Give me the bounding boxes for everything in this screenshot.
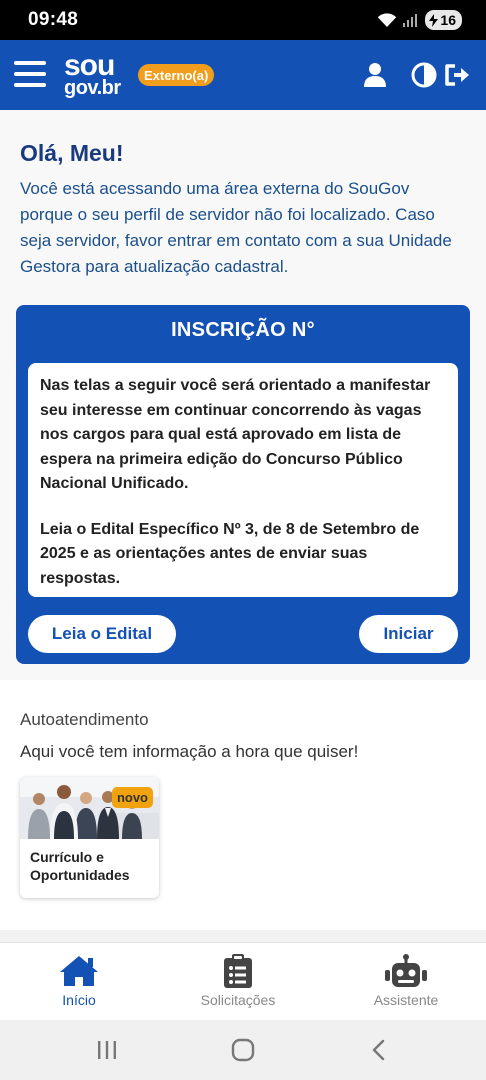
clipboard-list-icon: [224, 954, 252, 988]
app-header: sou gov.br Externo(a): [0, 40, 486, 110]
inscricao-paragraph-1: Nas telas a seguir você será orientado a…: [40, 377, 431, 492]
nav-label-solicitacoes: Solicitações: [200, 992, 276, 1008]
back-icon[interactable]: [368, 1037, 390, 1063]
battery-level: 16: [440, 12, 456, 28]
service-card-curriculo[interactable]: novo Currículo e Oportunidades: [20, 777, 159, 898]
service-card-label: Currículo e Oportunidades: [30, 848, 130, 884]
sougov-logo[interactable]: sou gov.br: [64, 51, 130, 101]
service-label-line-2: Oportunidades: [30, 867, 130, 883]
greeting-title: Olá, Meu!: [20, 140, 124, 166]
read-edital-button[interactable]: Leia o Edital: [28, 615, 176, 653]
logo-govbr: gov.br: [64, 77, 121, 99]
menu-icon[interactable]: [14, 61, 46, 87]
robot-icon: [385, 954, 427, 987]
system-navigation-bar: [0, 1020, 486, 1080]
profile-badge: Externo(a): [138, 64, 215, 86]
logout-icon[interactable]: [442, 60, 472, 90]
inscricao-paragraph-2: Leia o Edital Específico Nº 3, de 8 de S…: [40, 520, 420, 587]
external-area-message: Você está acessando uma área externa do …: [20, 179, 452, 276]
nav-label-inicio: Início: [62, 992, 96, 1008]
inscricao-title: INSCRIÇÃO N°: [171, 319, 315, 341]
status-icons: 16: [377, 10, 462, 30]
signal-icon: [403, 14, 418, 27]
home-button-icon[interactable]: [230, 1037, 256, 1063]
home-icon: [60, 956, 98, 986]
user-icon[interactable]: [360, 60, 390, 90]
contrast-icon[interactable]: [409, 60, 439, 90]
inscricao-instructions: Nas telas a seguir você será orientado a…: [28, 363, 458, 597]
nav-label-assistente: Assistente: [373, 992, 439, 1008]
inscricao-card: INSCRIÇÃO N° Nas telas a seguir você ser…: [16, 305, 470, 664]
nav-item-inicio[interactable]: Início: [49, 943, 109, 1021]
autoatendimento-subtitle: Aqui você tem informação a hora que quis…: [20, 742, 359, 761]
bottom-navigation: Início Solicitações Assistente: [0, 942, 486, 1020]
recent-apps-icon[interactable]: [96, 1037, 118, 1063]
status-time: 09:48: [28, 9, 79, 30]
autoatendimento-section: Autoatendimento Aqui você tem informação…: [0, 680, 486, 930]
service-label-line-1: Currículo e: [30, 849, 104, 865]
battery-indicator: 16: [425, 10, 462, 30]
charging-icon: [429, 13, 439, 27]
wifi-icon: [378, 13, 397, 27]
autoatendimento-title: Autoatendimento: [20, 710, 149, 729]
nav-item-solicitacoes[interactable]: Solicitações: [190, 943, 286, 1021]
status-bar: 09:48 16: [0, 0, 486, 40]
start-button[interactable]: Iniciar: [359, 615, 458, 653]
nav-item-assistente[interactable]: Assistente: [366, 943, 446, 1021]
new-badge: novo: [111, 787, 153, 808]
